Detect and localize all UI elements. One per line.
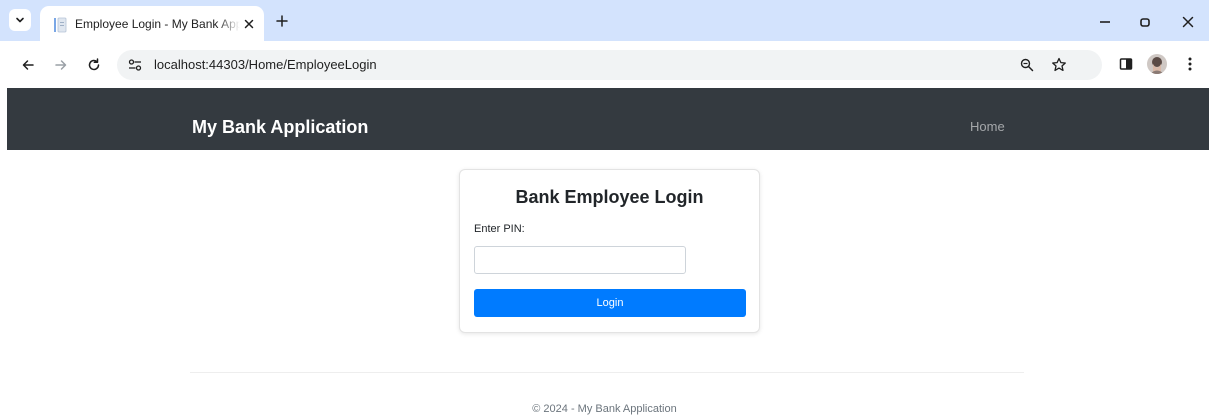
tune-icon (128, 59, 142, 71)
url-text: localhost:44303/Home/EmployeeLogin (154, 57, 377, 72)
tab-search-button[interactable] (9, 9, 31, 31)
address-bar[interactable]: localhost:44303/Home/EmployeeLogin (117, 50, 1102, 80)
brand-link[interactable]: My Bank Application (192, 117, 368, 138)
zoom-icon (1020, 58, 1034, 72)
browser-toolbar: localhost:44303/Home/EmployeeLogin (0, 41, 1209, 88)
login-title: Bank Employee Login (515, 187, 704, 207)
back-icon (22, 60, 34, 70)
menu-button[interactable] (1179, 53, 1201, 75)
tab-title: Employee Login - My Bank Application (75, 17, 240, 31)
minimize-icon (1100, 21, 1110, 23)
footer-divider (190, 372, 1024, 373)
restore-icon (1140, 18, 1150, 27)
page-icon (54, 17, 67, 33)
new-tab-icon (276, 15, 288, 27)
side-panel-icon (1119, 58, 1133, 70)
forward-icon (55, 60, 67, 70)
menu-icon (1188, 57, 1192, 71)
close-icon (244, 19, 254, 29)
pin-input[interactable] (474, 246, 686, 274)
bookmark-button[interactable] (1049, 55, 1069, 75)
minimize-button[interactable] (1094, 11, 1116, 33)
close-window-button[interactable] (1177, 11, 1199, 33)
zoom-button[interactable] (1017, 55, 1037, 75)
reload-button[interactable] (83, 54, 105, 76)
close-tab-button[interactable] (240, 15, 258, 33)
new-tab-button[interactable] (272, 11, 292, 31)
footer-copyright: © 2024 - My Bank Application (532, 403, 677, 415)
site-navbar: My Bank Application Home (7, 88, 1209, 150)
avatar-icon (1147, 54, 1167, 74)
forward-button[interactable] (50, 54, 72, 76)
nav-link-home[interactable]: Home (970, 119, 1005, 134)
profile-avatar[interactable] (1147, 54, 1167, 74)
login-card: Bank Employee Login Enter PIN: Login (459, 169, 760, 333)
browser-tab[interactable]: Employee Login - My Bank Application (40, 6, 264, 41)
restore-button[interactable] (1134, 11, 1156, 33)
side-panel-button[interactable] (1115, 53, 1137, 75)
site-info-button[interactable] (125, 56, 145, 74)
login-button[interactable]: Login (474, 289, 746, 317)
close-window-icon (1182, 16, 1194, 28)
tab-strip: Employee Login - My Bank Application (0, 0, 1209, 41)
chevron-down-icon (16, 17, 24, 23)
back-button[interactable] (17, 54, 39, 76)
bookmark-star-icon (1052, 57, 1066, 72)
reload-icon (88, 58, 100, 71)
pin-label: Enter PIN: (474, 223, 525, 235)
